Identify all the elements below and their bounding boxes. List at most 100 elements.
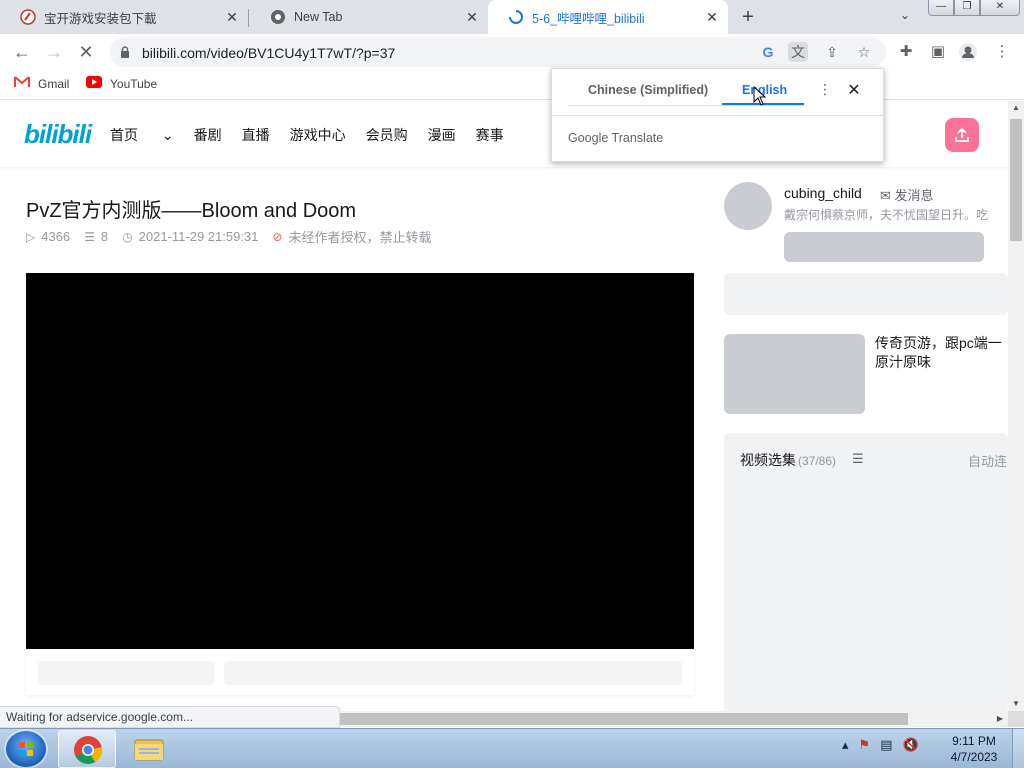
minimize-button[interactable]: — [928, 0, 954, 16]
nav-mall[interactable]: 会员购 [366, 125, 408, 145]
tab-new-tab[interactable]: New Tab ✕ [250, 0, 488, 34]
nav-game-center[interactable]: 游戏中心 [290, 125, 346, 145]
extensions-icon[interactable]: ✚ [896, 42, 916, 62]
tab-divider [568, 105, 804, 106]
vertical-scrollbar[interactable]: ▲ ▼ [1008, 101, 1024, 711]
play-count-icon: ▷ [26, 229, 36, 244]
uploader-description: 戴宗何惧蔡京师，夫不忧国望日升。吃 [784, 208, 989, 222]
ad-placeholder [724, 273, 1008, 315]
nav-esports[interactable]: 赛事 [476, 125, 504, 145]
uploader-name[interactable]: cubing_child [784, 185, 862, 201]
side-panel-icon[interactable]: ▣ [928, 42, 948, 62]
show-hidden-icons[interactable]: ▴ [842, 737, 849, 753]
loading-spinner-icon [508, 9, 524, 25]
skeleton-block [38, 661, 214, 685]
upload-button[interactable] [945, 118, 979, 152]
tab-title: New Tab [294, 10, 343, 24]
recommend-thumbnail[interactable] [724, 334, 865, 414]
uploader-avatar[interactable] [724, 182, 772, 230]
follow-button-placeholder[interactable] [784, 232, 984, 262]
nav-home[interactable]: 首页 ⌄ [110, 125, 174, 145]
network-icon[interactable]: ▤ [880, 737, 892, 753]
scroll-corner [1008, 711, 1024, 727]
playlist-panel: 视频选集 (37/86) ☰ 自动连 [724, 433, 1008, 711]
scroll-thumb[interactable] [338, 713, 908, 725]
taskbar-chrome[interactable] [58, 730, 116, 768]
youtube-icon [86, 76, 102, 91]
skeleton-block [224, 661, 682, 685]
close-tab-icon[interactable]: ✕ [224, 9, 240, 25]
start-button[interactable] [6, 731, 46, 767]
taskbar-explorer[interactable] [120, 730, 178, 768]
taskbar-clock[interactable]: 9:11 PM 4/7/2023 [946, 733, 1002, 765]
bookmark-youtube[interactable]: YouTube [86, 76, 157, 91]
scroll-thumb[interactable] [1010, 119, 1022, 241]
video-toolbar-placeholder [26, 653, 694, 695]
browser-toolbar: ← → ✕ bilibili.com/video/BV1CU4y1T7wT/?p… [0, 34, 1024, 70]
no-reprint-icon: ⊘ [272, 229, 283, 244]
autoplay-toggle[interactable]: 自动连 [968, 451, 1007, 470]
bookmark-gmail[interactable]: Gmail [14, 76, 69, 91]
close-tab-icon[interactable]: ✕ [704, 9, 720, 25]
new-tab-button[interactable]: + [736, 6, 760, 28]
google-lens-icon[interactable]: G [758, 42, 778, 62]
close-tab-icon[interactable]: ✕ [464, 9, 480, 25]
translate-source-tab[interactable]: Chinese (Simplified) [588, 83, 708, 97]
danmaku-icon: ☰ [84, 229, 95, 244]
tab-title: 5-6_哔哩哔哩_bilibili [532, 11, 645, 26]
tab-search-icon[interactable]: ⌄ [896, 8, 914, 26]
scroll-down-icon[interactable]: ▼ [1008, 697, 1024, 711]
bilibili-logo[interactable]: bilibili [24, 119, 92, 150]
share-icon[interactable]: ⇪ [822, 42, 842, 62]
divider [552, 115, 885, 116]
clock-date: 4/7/2023 [950, 750, 998, 764]
profile-avatar-icon[interactable] [958, 42, 978, 62]
clock-time: 9:11 PM [952, 734, 996, 748]
nav-live[interactable]: 直播 [242, 125, 270, 145]
video-player[interactable] [26, 273, 694, 649]
danmaku-count: ☰ 8 [84, 229, 109, 244]
tab-separator [248, 9, 249, 27]
windows-taskbar: ▴ ⚑ ▤ 🔇 9:11 PM 4/7/2023 [0, 728, 1024, 768]
status-bubble: Waiting for adservice.google.com... [0, 706, 340, 728]
window-controls: — ❐ ✕ [928, 0, 1020, 16]
nav-manga[interactable]: 漫画 [428, 125, 456, 145]
restore-button[interactable]: ❐ [954, 0, 980, 16]
volume-muted-icon[interactable]: 🔇 [902, 737, 918, 753]
clock-icon: ◷ [122, 229, 133, 244]
stop-loading-icon[interactable]: ✕ [74, 40, 98, 64]
video-title: PvZ官方内测版——Bloom and Doom [26, 200, 357, 222]
tab-pvz[interactable]: 宝开游戏安装包下載 ✕ [0, 0, 248, 34]
show-desktop-button[interactable] [1012, 729, 1024, 768]
close-icon[interactable]: ✕ [844, 80, 864, 100]
view-count: ▷ 4366 [26, 229, 71, 244]
bilibili-nav: 首页 ⌄ 番剧 直播 游戏中心 会员购 漫画 赛事 [110, 125, 524, 145]
list-view-icon[interactable]: ☰ [852, 451, 864, 467]
nav-bangumi[interactable]: 番剧 [194, 125, 222, 145]
tab-title: 宝开游戏安装包下載 [44, 11, 157, 26]
bookmark-label: YouTube [110, 76, 158, 91]
tab-bilibili[interactable]: 5-6_哔哩哔哩_bilibili ✕ [488, 0, 728, 34]
scroll-up-icon[interactable]: ▲ [1008, 101, 1024, 115]
send-message-link[interactable]: ✉ 发消息 [880, 185, 934, 204]
action-center-icon[interactable]: ⚑ [859, 737, 871, 753]
url-text: bilibili.com/video/BV1CU4y1T7wT/?p=37 [142, 45, 396, 61]
mouse-cursor-icon [753, 86, 767, 106]
translate-popup: Chinese (Simplified) English ⋮ ✕ Google … [551, 68, 885, 162]
more-options-icon[interactable]: ⋮ [818, 81, 832, 101]
window-close-button[interactable]: ✕ [980, 0, 1020, 16]
system-tray: ▴ ⚑ ▤ 🔇 [842, 737, 929, 753]
web-page: bilibili 首页 ⌄ 番剧 直播 游戏中心 会员购 漫画 赛事 PvZ官方… [0, 101, 1008, 711]
gmail-icon [14, 76, 30, 91]
mail-icon: ✉ [880, 188, 891, 203]
video-meta: ▷ 4366 ☰ 8 ◷ 2021-11-29 21:59:31 ⊘ 未经作者授权，禁止… [26, 227, 445, 246]
translate-page-icon[interactable]: 文 [788, 42, 808, 62]
back-icon[interactable]: ← [10, 40, 34, 64]
chrome-menu-icon[interactable]: ⋮ [992, 42, 1012, 62]
forward-icon[interactable]: → [42, 40, 66, 64]
bookmark-star-icon[interactable]: ☆ [854, 42, 874, 62]
chrome-favicon [270, 9, 286, 25]
recommend-title[interactable]: 传奇页游，跟pc端一原汁原味 [875, 334, 1008, 372]
scroll-right-icon[interactable]: ▶ [992, 712, 1008, 726]
address-bar[interactable]: bilibili.com/video/BV1CU4y1T7wT/?p=37 G … [110, 37, 886, 67]
